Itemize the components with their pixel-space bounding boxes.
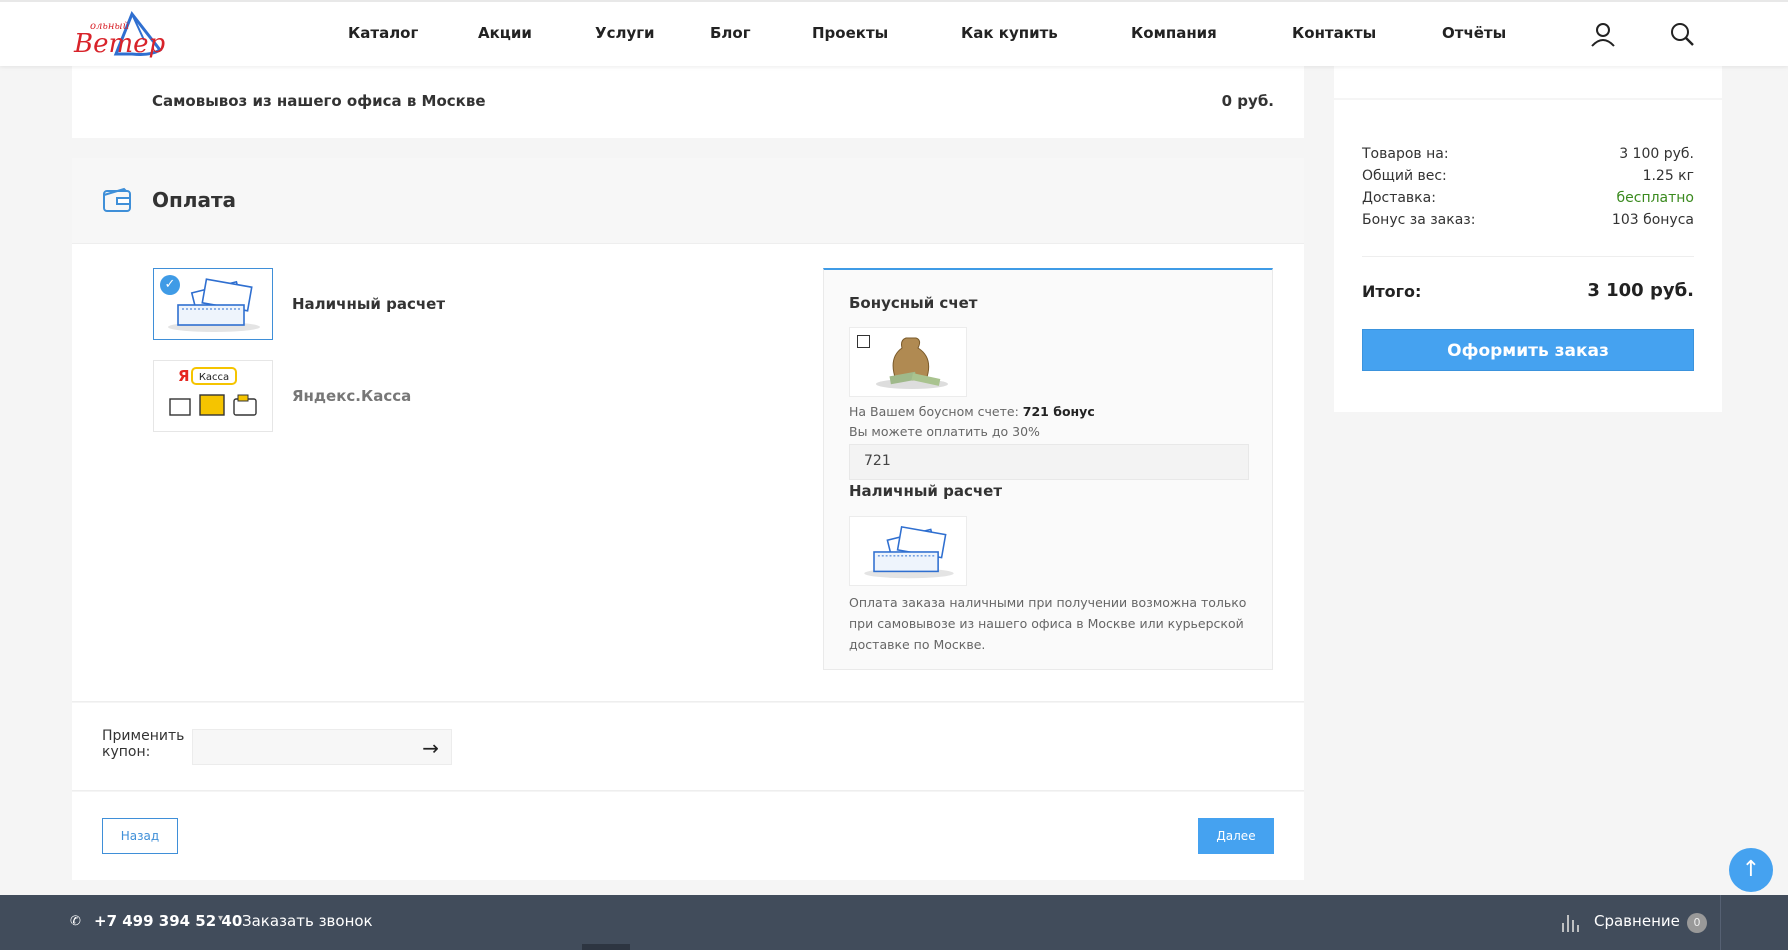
payment-method-yandex-kassa[interactable]: Я Касса	[153, 360, 273, 432]
bonus-account-box: Бонусный счет На Вашем боусном счете: 72…	[823, 268, 1273, 670]
bonus-limit-text: Вы можете оплатить до 30%	[849, 424, 1040, 439]
wallet-icon	[102, 186, 132, 214]
summary-divider	[1362, 256, 1694, 257]
bonus-account-title: Бонусный счет	[849, 294, 978, 312]
compare-icon[interactable]	[1560, 911, 1582, 933]
nav-blog[interactable]: Блог	[710, 24, 751, 42]
total-value: 3 100 руб.	[1587, 280, 1694, 301]
summary-row-goods: Товаров на: 3 100 руб.	[1362, 146, 1694, 162]
logo-text-main: Ветер	[73, 29, 166, 59]
selected-check-icon: ✓	[160, 275, 180, 295]
coupon-label: Применить купон:	[102, 728, 185, 760]
nav-catalog[interactable]: Каталог	[348, 24, 418, 42]
payment-method-cash-label[interactable]: Наличный расчет	[292, 295, 445, 313]
payment-method-yandex-label[interactable]: Яндекс.Касса	[292, 387, 411, 405]
payment-method-cash[interactable]: ✓	[153, 268, 273, 340]
scroll-to-top-icon[interactable]: ↑	[1729, 848, 1773, 892]
nav-services[interactable]: Услуги	[595, 24, 655, 42]
bonus-amount-input[interactable]: 721	[849, 444, 1249, 480]
delivery-price: 0 руб.	[1221, 92, 1274, 110]
nav-company[interactable]: Компания	[1131, 24, 1217, 42]
coupon-row: Применить купон: →	[72, 703, 1304, 791]
place-order-button[interactable]: Оформить заказ	[1362, 329, 1694, 371]
sidebar-top-box	[1334, 66, 1722, 98]
summary-row-delivery: Доставка: бесплатно	[1362, 190, 1694, 206]
total-label: Итого:	[1362, 282, 1422, 301]
compare-count-badge: 0	[1687, 913, 1707, 933]
step-navigation: Назад Далее	[72, 792, 1304, 880]
nav-promotions[interactable]: Акции	[478, 24, 532, 42]
nav-reports[interactable]: Отчёты	[1442, 24, 1506, 42]
chevron-down-icon[interactable]: ▾	[218, 913, 223, 924]
search-icon[interactable]	[1668, 20, 1696, 48]
site-header: ольный Ветер Каталог Акции Услуги Блог П…	[0, 0, 1788, 66]
footer-bottom-tab	[582, 944, 630, 950]
payment-section-header: Оплата	[72, 158, 1304, 244]
cash-method-thumb	[849, 516, 967, 586]
delivery-label: Самовывоз из нашего офиса в Москве	[152, 92, 486, 110]
next-button[interactable]: Далее	[1198, 818, 1274, 854]
callback-link[interactable]: Заказать звонок	[242, 912, 373, 930]
delivery-row: Самовывоз из нашего офиса в Москве 0 руб…	[72, 66, 1304, 138]
yandex-kassa-icon: Я Касса	[169, 367, 257, 416]
compare-link[interactable]: Сравнение	[1594, 912, 1680, 930]
bonus-checkbox[interactable]	[857, 335, 870, 348]
svg-text:Я: Я	[178, 367, 190, 385]
back-button[interactable]: Назад	[102, 818, 178, 854]
nav-projects[interactable]: Проекты	[812, 24, 888, 42]
bonus-balance-text: На Вашем боусном счете: 721 бонус	[849, 404, 1095, 419]
payment-title: Оплата	[152, 188, 237, 212]
footer-bar: ✆ +7 499 394 52 40 ▾ Заказать звонок Сра…	[0, 895, 1788, 950]
footer-separator	[1720, 895, 1721, 950]
user-icon[interactable]	[1589, 20, 1617, 48]
arrow-right-icon[interactable]: →	[422, 736, 439, 760]
coupon-input[interactable]: →	[192, 729, 452, 765]
phone-icon: ✆	[70, 914, 81, 929]
summary-row-bonus: Бонус за заказ: 103 бонуса	[1362, 212, 1694, 228]
nav-how-to-buy[interactable]: Как купить	[961, 24, 1058, 42]
cash-method-description: Оплата заказа наличными при получении во…	[849, 595, 1247, 652]
nav-contacts[interactable]: Контакты	[1292, 24, 1376, 42]
logo[interactable]: ольный Ветер	[72, 10, 166, 60]
bonus-thumb[interactable]	[849, 327, 967, 397]
cash-method-title: Наличный расчет	[849, 482, 1003, 500]
svg-text:Касса: Касса	[199, 372, 229, 383]
summary-row-weight: Общий вес: 1.25 кг	[1362, 168, 1694, 184]
cash-wallet-icon-small	[864, 525, 954, 579]
order-summary: Товаров на: 3 100 руб. Общий вес: 1.25 кг …	[1334, 100, 1722, 412]
